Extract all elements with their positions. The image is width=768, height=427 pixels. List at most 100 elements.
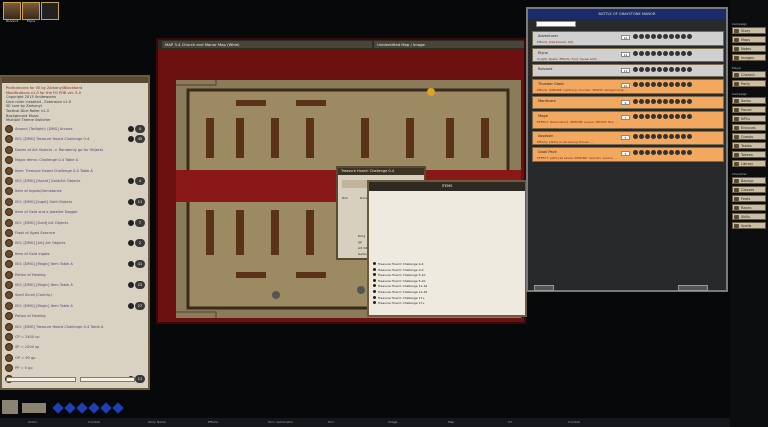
ct-action-icon[interactable] bbox=[645, 134, 650, 139]
list-item[interactable]: Treasure Hoard: Challenge 0-4 bbox=[373, 262, 523, 266]
ct-action-icon[interactable] bbox=[651, 82, 656, 87]
ct-action-icon[interactable] bbox=[687, 134, 692, 139]
ct-action-icon[interactable] bbox=[681, 150, 686, 155]
ct-action-icon[interactable] bbox=[633, 34, 638, 39]
list-item[interactable]: Treasure Hoard: Challenge 5-10 bbox=[373, 273, 523, 277]
ct-action-icon[interactable] bbox=[645, 99, 650, 104]
ct-action-icon[interactable] bbox=[675, 99, 680, 104]
ct-action-icon[interactable] bbox=[669, 99, 674, 104]
ct-action-icon[interactable] bbox=[651, 99, 656, 104]
ct-action-icon[interactable] bbox=[633, 99, 638, 104]
ct-entry[interactable]: Manticore 9 bbox=[532, 96, 724, 109]
ct-action-icon[interactable] bbox=[633, 67, 638, 72]
ct-action-icon[interactable] bbox=[675, 34, 680, 39]
ct-action-icon[interactable] bbox=[639, 51, 644, 56]
ct-action-icon[interactable] bbox=[669, 134, 674, 139]
ct-action-icon[interactable] bbox=[657, 134, 662, 139]
sidebar-item[interactable]: Spells bbox=[732, 222, 766, 229]
ct-round-counter[interactable] bbox=[678, 285, 708, 291]
ct-action-icon[interactable] bbox=[633, 134, 638, 139]
hotkey-slot[interactable]: CT bbox=[508, 419, 512, 426]
sidebar-item[interactable]: Encount. bbox=[732, 124, 766, 131]
dice-tray-icon[interactable] bbox=[2, 400, 18, 414]
hotkey-slot[interactable]: Image bbox=[388, 419, 397, 426]
ct-action-icon[interactable] bbox=[639, 67, 644, 72]
ct-action-icon[interactable] bbox=[639, 114, 644, 119]
ct-action-icon[interactable] bbox=[687, 67, 692, 72]
hotkey-slot[interactable]: Story Name bbox=[148, 419, 166, 426]
ct-action-icon[interactable] bbox=[669, 114, 674, 119]
ct-action-icon[interactable] bbox=[645, 51, 650, 56]
sidebar-item[interactable]: Tables bbox=[732, 142, 766, 149]
ct-action-icon[interactable] bbox=[675, 114, 680, 119]
list-item[interactable]: Treasure Hoard: Challenge 17+ bbox=[373, 301, 523, 305]
sidebar-item[interactable]: Items bbox=[732, 97, 766, 104]
ct-action-icon[interactable] bbox=[675, 134, 680, 139]
portrait-elyna[interactable] bbox=[22, 2, 40, 20]
sidebar-item[interactable]: Quests bbox=[732, 133, 766, 140]
ct-action-icon[interactable] bbox=[657, 67, 662, 72]
sidebar-item[interactable]: NPCs bbox=[732, 115, 766, 122]
ct-action-icon[interactable] bbox=[681, 67, 686, 72]
ct-action-icon[interactable] bbox=[663, 150, 668, 155]
sidebar-item[interactable]: Charact. bbox=[732, 71, 766, 78]
ct-action-icon[interactable] bbox=[681, 51, 686, 56]
ct-action-icon[interactable] bbox=[639, 150, 644, 155]
list-item[interactable]: Treasure Hoard: Challenge 11-16 bbox=[373, 284, 523, 288]
ct-entry[interactable]: Thunder Giant 10 Effects: IMMUNE: lightnin… bbox=[532, 79, 724, 94]
ct-action-icon[interactable] bbox=[675, 67, 680, 72]
ct-action-icon[interactable] bbox=[645, 34, 650, 39]
sidebar-item[interactable]: Skills bbox=[732, 213, 766, 220]
d4-icon[interactable] bbox=[52, 402, 64, 414]
sidebar-item[interactable]: Library bbox=[732, 160, 766, 167]
ct-action-icon[interactable] bbox=[687, 34, 692, 39]
ct-action-icon[interactable] bbox=[669, 150, 674, 155]
ct-action-icon[interactable] bbox=[687, 82, 692, 87]
ct-action-icon[interactable] bbox=[657, 114, 662, 119]
ct-action-icon[interactable] bbox=[639, 99, 644, 104]
ct-action-icon[interactable] bbox=[651, 150, 656, 155]
ct-action-icon[interactable] bbox=[639, 82, 644, 87]
ct-action-icon[interactable] bbox=[663, 114, 668, 119]
ct-action-icon[interactable] bbox=[651, 67, 656, 72]
d10-icon[interactable] bbox=[88, 402, 100, 414]
ct-action-icon[interactable] bbox=[675, 82, 680, 87]
chat-mode-select[interactable] bbox=[80, 377, 135, 382]
ct-entry[interactable]: Elyna 14 Knight: Spells: Effects: Fold: Se… bbox=[532, 48, 724, 62]
hotkey-slot[interactable]: Turn bbox=[328, 419, 334, 426]
ct-action-icon[interactable] bbox=[687, 150, 692, 155]
ct-action-icon[interactable] bbox=[633, 114, 638, 119]
sidebar-item[interactable]: Races bbox=[732, 204, 766, 211]
ct-action-icon[interactable] bbox=[657, 99, 662, 104]
ct-action-icon[interactable] bbox=[681, 134, 686, 139]
list-item[interactable]: Treasure Hoard: Challenge 0-4 bbox=[373, 268, 523, 272]
ct-action-icon[interactable] bbox=[663, 34, 668, 39]
sidebar-item[interactable]: Tokens bbox=[732, 151, 766, 158]
hotkey-slot[interactable]: Action bbox=[28, 419, 37, 426]
sidebar-item[interactable]: Classes bbox=[732, 186, 766, 193]
portrait-rolvand[interactable] bbox=[3, 2, 21, 20]
ct-action-icon[interactable] bbox=[651, 51, 656, 56]
sidebar-item[interactable]: Feats bbox=[732, 195, 766, 202]
ct-action-icon[interactable] bbox=[657, 150, 662, 155]
sidebar-item[interactable]: Notes bbox=[732, 45, 766, 52]
ct-action-icon[interactable] bbox=[645, 114, 650, 119]
modifier-box[interactable] bbox=[22, 403, 46, 413]
d12-icon[interactable] bbox=[100, 402, 112, 414]
ct-action-icon[interactable] bbox=[663, 51, 668, 56]
ct-action-icon[interactable] bbox=[663, 82, 668, 87]
d20-icon[interactable] bbox=[112, 402, 124, 414]
ct-action-icon[interactable] bbox=[663, 67, 668, 72]
ct-entry[interactable]: Rolvand 13 bbox=[532, 64, 724, 77]
ct-action-icon[interactable] bbox=[681, 114, 686, 119]
ct-action-icon[interactable] bbox=[687, 114, 692, 119]
ct-action-icon[interactable] bbox=[687, 51, 692, 56]
ct-action-icon[interactable] bbox=[639, 134, 644, 139]
ct-action-icon[interactable] bbox=[675, 150, 680, 155]
ct-action-icon[interactable] bbox=[645, 82, 650, 87]
ct-action-icon[interactable] bbox=[651, 114, 656, 119]
list-item[interactable]: Treasure Hoard: Challenge 5-10 bbox=[373, 279, 523, 283]
map-tab-church[interactable]: MAP 3-4 Church and Manor Map (Wide) bbox=[162, 41, 372, 48]
ct-action-icon[interactable] bbox=[687, 99, 692, 104]
sidebar-item[interactable]: Backgr. bbox=[732, 177, 766, 184]
